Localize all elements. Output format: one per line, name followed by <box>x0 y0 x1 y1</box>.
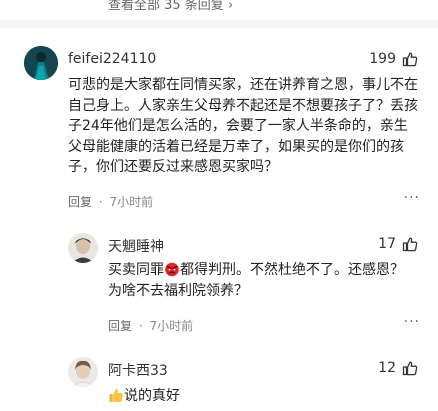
like-button[interactable]: 199 <box>369 51 418 67</box>
reply-text-part: 说的真好 <box>124 388 180 404</box>
like-button[interactable]: 12 <box>378 360 418 376</box>
comment-line: 父母能健康的活着已经是万幸了，如果买的是你们的孩 <box>68 138 404 155</box>
reply-text-part: 都得判刑。不然杜绝不了。还感恩？ <box>180 262 404 278</box>
section-divider <box>0 20 438 28</box>
avatar-image <box>68 233 98 263</box>
like-button[interactable]: 17 <box>378 236 418 252</box>
reply-username[interactable]: 阿卡西33 <box>108 360 168 380</box>
reply-text-part: 买卖同罪 <box>108 262 164 278</box>
comment-line: 自己身上。人家亲生父母养不起还是不想要孩子了？丢孩 <box>68 97 418 114</box>
comment-meta: 回复 · 7小时前 <box>68 193 153 210</box>
like-count: 199 <box>369 51 396 67</box>
thumbs-up-icon <box>402 52 418 67</box>
comment-line: 子24年他们是怎么活的，会要了一家人半条命的，亲生 <box>68 118 408 134</box>
comment-text: 可悲的是大家都在同情买家，还在讲养育之恩，事儿不在 自己身上。人家亲生父母养不起… <box>68 75 428 178</box>
meta-separator: · <box>98 195 103 209</box>
reply-text: 买卖同罪 都得判刑。不然杜绝不了。还感恩？ 为啥不去福利院领养？ <box>108 260 428 301</box>
more-icon[interactable]: ··· <box>404 190 420 206</box>
reply-line: 买卖同罪 都得判刑。不然杜绝不了。还感恩？ <box>108 260 428 281</box>
thumbs-up-icon <box>402 237 418 252</box>
reply-text: 说的真好 <box>108 386 180 407</box>
thumbs-up-icon <box>402 361 418 376</box>
avatar-image <box>24 46 58 80</box>
avatar-image <box>68 357 98 387</box>
avatar[interactable] <box>68 233 98 263</box>
avatar[interactable] <box>68 357 98 387</box>
reply-line: 为啥不去福利院领养？ <box>108 282 248 299</box>
comment-line: 子，你们还要反过来感恩买家吗？ <box>68 159 278 175</box>
thumbs-up-emoji <box>109 388 123 402</box>
like-count: 17 <box>378 236 396 252</box>
reply-time: 7小时前 <box>149 319 194 333</box>
reply-button[interactable]: 回复 <box>68 195 92 209</box>
reply-meta: 回复 · 7小时前 <box>108 317 193 334</box>
view-all-replies-link[interactable]: 查看全部 35 条回复 › <box>108 0 233 13</box>
comment-username[interactable]: feifei224110 <box>68 51 156 67</box>
avatar[interactable] <box>24 46 58 80</box>
meta-separator: · <box>138 319 143 333</box>
reply-username[interactable]: 天魍睡神 <box>108 236 164 256</box>
reply-button[interactable]: 回复 <box>108 319 132 333</box>
comment-time: 7小时前 <box>109 195 154 209</box>
comment-line: 可悲的是大家都在同情买家，还在讲养育之恩，事儿不在 <box>68 77 418 93</box>
like-count: 12 <box>378 360 396 376</box>
more-icon[interactable]: ··· <box>404 314 420 330</box>
angry-face-emoji <box>165 262 179 277</box>
